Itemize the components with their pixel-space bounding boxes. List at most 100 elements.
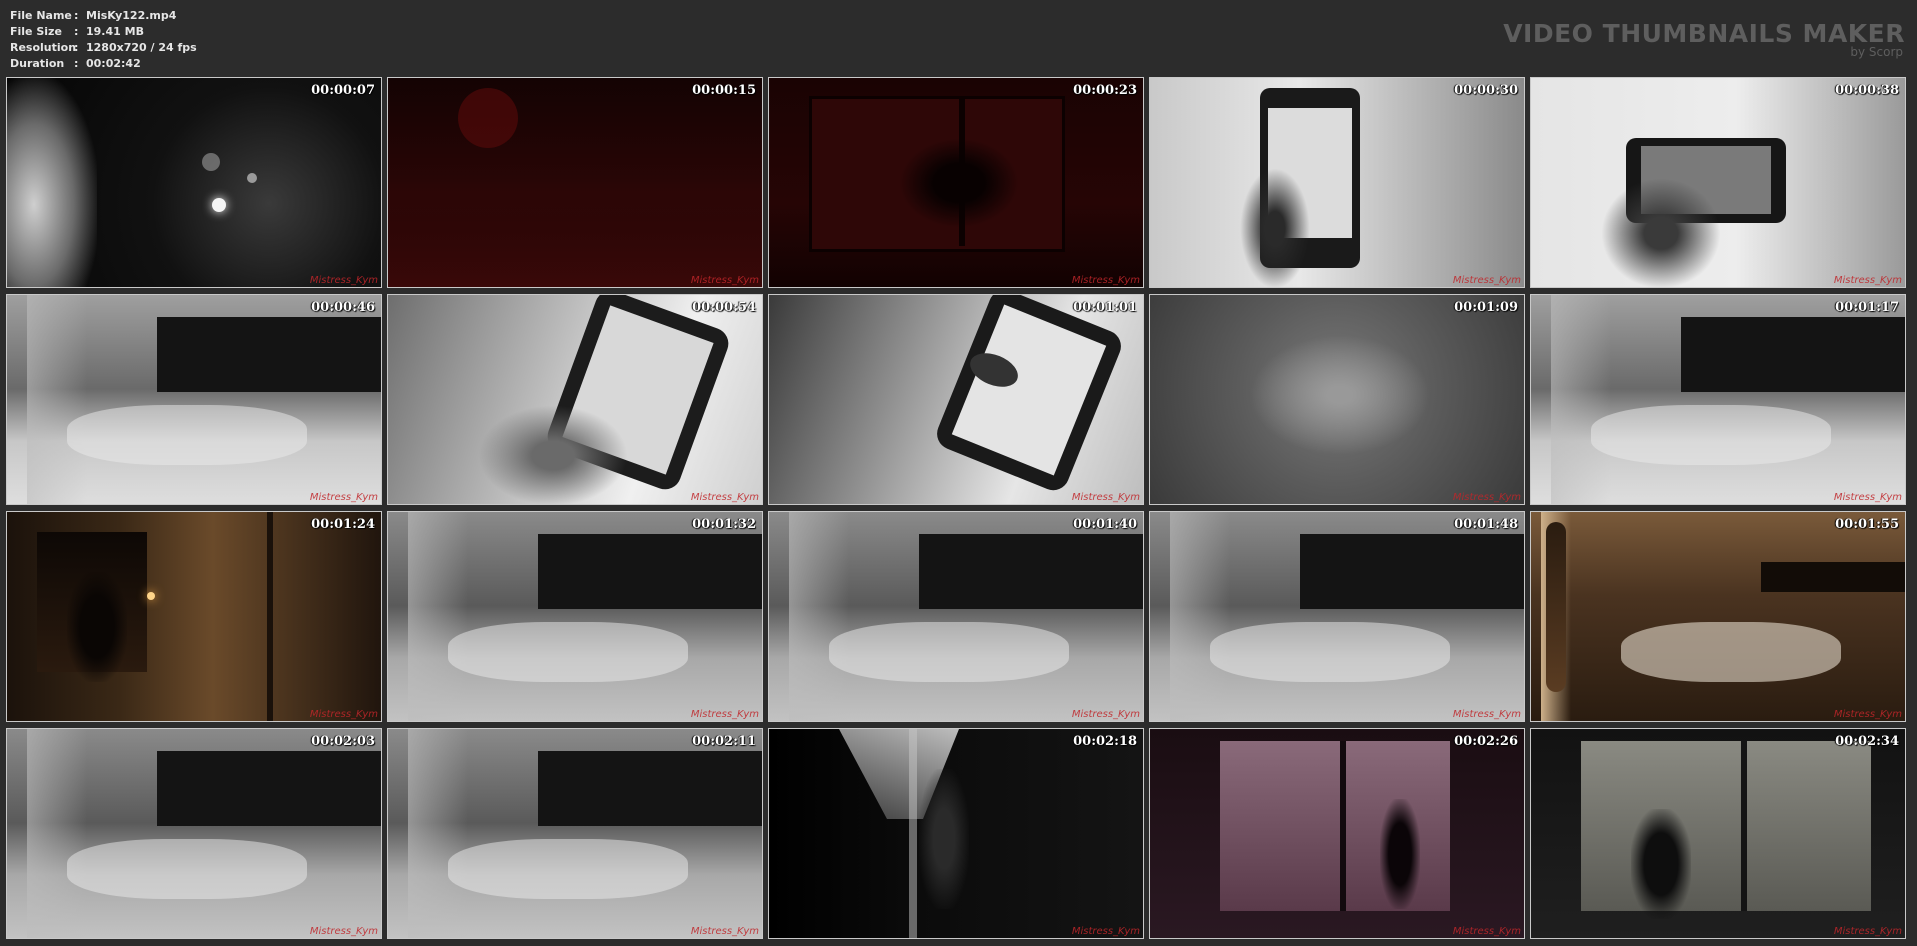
scene-shape: [1340, 741, 1346, 911]
scene-shape: [1250, 335, 1430, 455]
video-thumbnail[interactable]: 00:01:17 Mistress_Kym: [1530, 294, 1906, 505]
watermark: Mistress_Kym: [309, 926, 378, 937]
thumbnail-sheet: File Name : MisKy122.mp4 File Size : 19.…: [0, 0, 1917, 946]
watermark: Mistress_Kym: [1071, 709, 1140, 720]
scene-shape: [247, 173, 257, 183]
watermark: Mistress_Kym: [690, 275, 759, 286]
file-info-row: File Name : MisKy122.mp4: [10, 8, 197, 24]
timestamp: 00:00:46: [311, 300, 375, 315]
watermark: Mistress_Kym: [1833, 492, 1902, 503]
timestamp: 00:02:03: [311, 734, 375, 749]
video-thumbnail[interactable]: 00:00:54 Mistress_Kym: [387, 294, 763, 505]
watermark: Mistress_Kym: [690, 492, 759, 503]
watermark: Mistress_Kym: [1452, 709, 1521, 720]
timestamp: 00:02:26: [1454, 734, 1518, 749]
video-thumbnail[interactable]: 00:00:07 Mistress_Kym: [6, 77, 382, 288]
video-thumbnail[interactable]: 00:00:15 Mistress_Kym: [387, 77, 763, 288]
scene-shape: [67, 405, 307, 465]
scene-shape: [1170, 512, 1230, 721]
thumbnail-image: [1531, 512, 1905, 721]
scene-shape: [829, 622, 1069, 682]
timestamp: 00:01:24: [311, 517, 375, 532]
watermark: Mistress_Kym: [1071, 275, 1140, 286]
video-thumbnail[interactable]: 00:02:34 Mistress_Kym: [1530, 728, 1906, 939]
watermark: Mistress_Kym: [1833, 275, 1902, 286]
timestamp: 00:01:55: [1835, 517, 1899, 532]
timestamp: 00:00:54: [692, 300, 756, 315]
scene-shape: [448, 839, 688, 899]
timestamp: 00:02:11: [692, 734, 756, 749]
video-thumbnail[interactable]: 00:02:26 Mistress_Kym: [1149, 728, 1525, 939]
scene-shape: [202, 153, 220, 171]
scene-shape: [1741, 741, 1747, 911]
watermark: Mistress_Kym: [1452, 492, 1521, 503]
video-thumbnail[interactable]: 00:01:48 Mistress_Kym: [1149, 511, 1525, 722]
scene-shape: [388, 178, 762, 287]
timestamp: 00:02:18: [1073, 734, 1137, 749]
timestamp: 00:01:01: [1073, 300, 1137, 315]
separator: :: [74, 41, 79, 54]
scene-shape: [1761, 562, 1905, 592]
video-thumbnail[interactable]: 00:01:01 Mistress_Kym: [768, 294, 1144, 505]
scene-shape: [458, 88, 518, 148]
scene-shape: [1581, 741, 1871, 911]
watermark: Mistress_Kym: [1452, 926, 1521, 937]
watermark: Mistress_Kym: [690, 926, 759, 937]
video-thumbnail[interactable]: 00:01:55 Mistress_Kym: [1530, 511, 1906, 722]
scene-shape: [789, 512, 849, 721]
timestamp: 00:00:07: [311, 83, 375, 98]
scene-shape: [7, 78, 97, 287]
file-info-row: Resolution : 1280x720 / 24 fps: [10, 40, 197, 56]
resolution-value: 1280x720 / 24 fps: [86, 41, 197, 54]
watermark: Mistress_Kym: [1833, 926, 1902, 937]
video-thumbnail[interactable]: 00:02:03 Mistress_Kym: [6, 728, 382, 939]
file-name-label: File Name: [10, 9, 72, 22]
video-thumbnail[interactable]: 00:01:40 Mistress_Kym: [768, 511, 1144, 722]
watermark: Mistress_Kym: [1071, 492, 1140, 503]
timestamp: 00:00:38: [1835, 83, 1899, 98]
scene-shape: [538, 751, 762, 826]
timestamp: 00:00:15: [692, 83, 756, 98]
scene-shape: [1591, 405, 1831, 465]
scene-shape: [1601, 178, 1721, 287]
video-thumbnail[interactable]: 00:00:30 Mistress_Kym: [1149, 77, 1525, 288]
video-thumbnail[interactable]: 00:02:18 Mistress_Kym: [768, 728, 1144, 939]
scene-shape: [1546, 522, 1566, 692]
scene-shape: [1621, 622, 1841, 682]
scene-shape: [899, 138, 1019, 228]
scene-shape: [478, 405, 628, 504]
scene-shape: [67, 839, 307, 899]
separator: :: [74, 25, 79, 38]
scene-shape: [1240, 168, 1310, 287]
watermark: Mistress_Kym: [1071, 926, 1140, 937]
file-info-row: File Size : 19.41 MB: [10, 24, 197, 40]
timestamp: 00:01:17: [1835, 300, 1899, 315]
scene-shape: [67, 572, 127, 682]
scene-shape: [408, 512, 468, 721]
video-thumbnail[interactable]: 00:00:38 Mistress_Kym: [1530, 77, 1906, 288]
timestamp: 00:02:34: [1835, 734, 1899, 749]
timestamp: 00:01:40: [1073, 517, 1137, 532]
scene-shape: [1300, 534, 1524, 609]
brand-title: VIDEO THUMBNAILS MAKER: [1503, 19, 1905, 48]
scene-shape: [1551, 295, 1611, 504]
video-thumbnail[interactable]: 00:00:46 Mistress_Kym: [6, 294, 382, 505]
video-thumbnail[interactable]: 00:00:23 Mistress_Kym: [768, 77, 1144, 288]
scene-shape: [1210, 622, 1450, 682]
video-thumbnail[interactable]: 00:01:24 Mistress_Kym: [6, 511, 382, 722]
watermark: Mistress_Kym: [1452, 275, 1521, 286]
video-thumbnail[interactable]: 00:01:32 Mistress_Kym: [387, 511, 763, 722]
timestamp: 00:01:09: [1454, 300, 1518, 315]
video-thumbnail[interactable]: 00:01:09 Mistress_Kym: [1149, 294, 1525, 505]
scene-shape: [157, 317, 381, 392]
scene-shape: [27, 729, 87, 938]
scene-shape: [919, 769, 969, 909]
scene-shape: [408, 729, 468, 938]
file-info-row: Duration : 00:02:42: [10, 56, 197, 72]
scene-shape: [1380, 799, 1420, 909]
watermark: Mistress_Kym: [1833, 709, 1902, 720]
video-thumbnail[interactable]: 00:02:11 Mistress_Kym: [387, 728, 763, 939]
watermark: Mistress_Kym: [309, 709, 378, 720]
resolution-label: Resolution: [10, 41, 77, 54]
scene-shape: [212, 198, 226, 212]
